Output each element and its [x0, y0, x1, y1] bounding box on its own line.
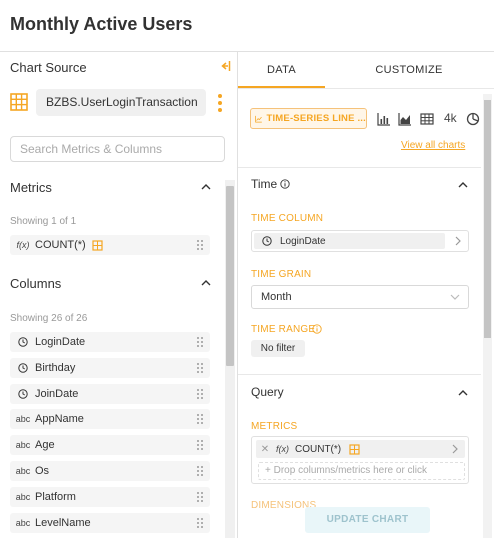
drag-handle-icon[interactable]	[196, 491, 204, 503]
table-chart-icon[interactable]	[420, 112, 434, 126]
control-panel: DATA CUSTOMIZE TIME-SERIES LINE ... 4k V…	[238, 52, 494, 538]
time-range-value[interactable]: No filter	[251, 340, 305, 357]
metrics-field-label: METRICS	[251, 421, 298, 432]
chart-source-label: Chart Source	[10, 60, 87, 75]
time-section-title[interactable]: Time	[251, 177, 277, 191]
metric-label: COUNT(*)	[35, 239, 86, 251]
column-item[interactable]: abc Platform	[10, 486, 210, 507]
time-grain-select[interactable]: Month	[251, 285, 469, 309]
bar-chart-icon[interactable]	[377, 112, 391, 126]
metric-chip[interactable]: ✕ f(x) COUNT(*)	[256, 440, 465, 458]
time-range-label: TIME RANGE	[251, 324, 316, 335]
column-label: Age	[35, 439, 55, 452]
string-type-icon: abc	[15, 414, 31, 425]
clock-icon	[13, 363, 33, 373]
column-item[interactable]: abc Os	[10, 461, 210, 481]
viz-type-button[interactable]: TIME-SERIES LINE ...	[250, 108, 367, 129]
more-menu-icon[interactable]	[216, 92, 224, 114]
header: Monthly Active Users	[0, 0, 494, 52]
time-grain-label: TIME GRAIN	[251, 269, 312, 280]
column-label: Birthday	[35, 361, 76, 374]
clock-icon	[262, 236, 272, 246]
drag-handle-icon[interactable]	[196, 413, 204, 425]
tab-data[interactable]: DATA	[238, 52, 325, 88]
chart-source-panel: Chart Source BZBS.UserLoginTransaction M…	[0, 52, 238, 538]
page-title[interactable]: Monthly Active Users	[10, 14, 192, 35]
chevron-down-icon	[450, 294, 460, 300]
pie-chart-icon[interactable]	[466, 112, 480, 126]
drag-handle-icon[interactable]	[196, 362, 204, 374]
viz-type-label: TIME-SERIES LINE ...	[266, 113, 366, 124]
tab-customize[interactable]: CUSTOMIZE	[348, 52, 470, 88]
table-icon	[10, 93, 28, 111]
column-label: LoginDate	[35, 336, 86, 348]
chevron-up-icon[interactable]	[201, 182, 211, 192]
columns-section-title[interactable]: Columns	[10, 276, 61, 291]
metric-item[interactable]: f(x) COUNT(*)	[10, 235, 210, 255]
time-grain-value: Month	[261, 291, 292, 303]
clock-icon	[13, 337, 33, 347]
chevron-up-icon[interactable]	[458, 388, 468, 398]
calculator-icon	[92, 239, 103, 251]
column-label: LevelName	[35, 516, 91, 529]
column-item[interactable]: abc LevelName	[10, 512, 210, 533]
column-item[interactable]: LoginDate	[10, 332, 210, 352]
time-column-value: LoginDate	[280, 235, 326, 247]
drop-metrics-hint[interactable]: + Drop columns/metrics here or click	[258, 462, 465, 480]
column-item[interactable]: JoinDate	[10, 383, 210, 404]
drag-handle-icon[interactable]	[196, 239, 204, 251]
update-chart-button[interactable]: UPDATE CHART	[305, 507, 430, 533]
chevron-up-icon[interactable]	[458, 180, 468, 190]
function-icon: f(x)	[276, 444, 289, 454]
big-number-icon[interactable]: 4k	[444, 111, 457, 125]
function-icon: f(x)	[16, 240, 30, 250]
metrics-count: Showing 1 of 1	[10, 216, 77, 227]
column-label: JoinDate	[35, 387, 79, 400]
column-item[interactable]: Birthday	[10, 357, 210, 378]
time-column-field[interactable]: LoginDate	[251, 230, 469, 252]
right-scrollbar[interactable]	[483, 94, 492, 538]
info-icon[interactable]	[312, 324, 322, 334]
area-chart-icon[interactable]	[398, 112, 412, 126]
search-input[interactable]	[10, 136, 225, 162]
clock-icon	[13, 388, 33, 399]
collapse-panel-icon[interactable]	[218, 59, 232, 73]
columns-count: Showing 26 of 26	[10, 313, 88, 324]
drag-handle-icon[interactable]	[196, 336, 204, 348]
string-type-icon: abc	[15, 491, 31, 502]
column-item[interactable]: abc AppName	[10, 409, 210, 430]
drag-handle-icon[interactable]	[196, 439, 204, 451]
string-type-icon: abc	[15, 440, 31, 451]
info-icon[interactable]	[280, 179, 290, 189]
view-all-charts-link[interactable]: View all charts	[401, 140, 465, 151]
string-type-icon: abc	[15, 466, 31, 476]
chevron-right-icon[interactable]	[454, 236, 462, 246]
query-section-title[interactable]: Query	[251, 385, 284, 399]
left-scrollbar[interactable]	[225, 180, 235, 538]
line-chart-icon	[255, 115, 262, 122]
metric-value: COUNT(*)	[295, 443, 342, 455]
column-label: Platform	[35, 490, 76, 503]
string-type-icon: abc	[15, 517, 31, 528]
drag-handle-icon[interactable]	[196, 465, 204, 477]
calculator-icon	[349, 443, 360, 455]
metrics-section-title[interactable]: Metrics	[10, 180, 52, 195]
metrics-dropzone[interactable]: ✕ f(x) COUNT(*) + Drop columns/metrics h…	[251, 436, 469, 484]
drag-handle-icon[interactable]	[196, 517, 204, 529]
drag-handle-icon[interactable]	[196, 388, 204, 400]
chevron-right-icon[interactable]	[451, 444, 459, 454]
remove-icon[interactable]: ✕	[256, 444, 274, 455]
time-column-label: TIME COLUMN	[251, 213, 324, 224]
datasource-name[interactable]: BZBS.UserLoginTransaction	[36, 89, 206, 116]
column-label: AppName	[35, 413, 84, 426]
chevron-up-icon[interactable]	[201, 278, 211, 288]
column-label: Os	[35, 465, 50, 477]
column-item[interactable]: abc Age	[10, 435, 210, 456]
